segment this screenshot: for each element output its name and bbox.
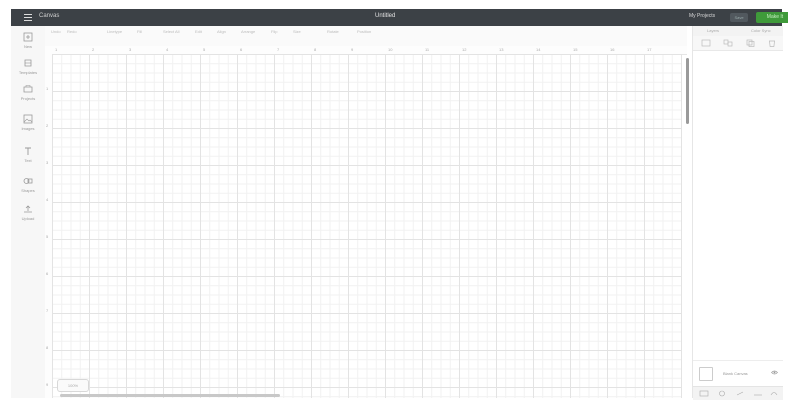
zoom-control[interactable]: 100% bbox=[57, 379, 89, 392]
tool-label: Upload bbox=[21, 216, 35, 221]
contour-icon[interactable] bbox=[769, 390, 779, 397]
ruler-number: 16 bbox=[610, 47, 615, 52]
ruler-number: 3 bbox=[46, 160, 49, 165]
vertical-scrollbar[interactable] bbox=[686, 58, 689, 124]
tool-label: Projects bbox=[20, 96, 36, 101]
slice-icon[interactable] bbox=[699, 390, 709, 397]
edit-options-bar: Undo Redo Linetype Fill Select All Edit … bbox=[45, 26, 687, 47]
ruler-number: 9 bbox=[46, 382, 49, 387]
rotate-field[interactable]: Rotate bbox=[327, 29, 339, 41]
tool-label: Images bbox=[21, 126, 35, 131]
undo-button[interactable]: Undo bbox=[51, 29, 61, 41]
tool-label: Text bbox=[24, 158, 32, 163]
ruler-number: 11 bbox=[425, 47, 430, 52]
ruler-number: 3 bbox=[129, 47, 132, 52]
ruler-number: 2 bbox=[46, 123, 49, 128]
group-icon[interactable] bbox=[701, 39, 711, 47]
blank-canvas-label[interactable]: Blank Canvas bbox=[723, 371, 748, 376]
ruler-number: 1 bbox=[55, 47, 58, 52]
ruler-number: 7 bbox=[277, 47, 280, 52]
horizontal-scrollbar[interactable] bbox=[60, 394, 280, 397]
weld-icon[interactable] bbox=[717, 390, 727, 397]
duplicate-icon[interactable] bbox=[745, 39, 755, 47]
left-toolbar: New Templates Projects Images Text Shape… bbox=[11, 26, 46, 398]
arrange-button[interactable]: Arrange bbox=[241, 29, 255, 41]
my-projects-link[interactable]: My Projects bbox=[689, 13, 715, 19]
new-icon bbox=[23, 32, 33, 42]
redo-button[interactable]: Redo bbox=[67, 29, 77, 41]
ruler-number: 5 bbox=[203, 47, 206, 52]
ruler-number: 12 bbox=[462, 47, 467, 52]
shapes-icon bbox=[23, 178, 33, 184]
ruler-number: 7 bbox=[46, 308, 49, 313]
ruler-number: 8 bbox=[46, 345, 49, 350]
projects-icon bbox=[23, 85, 33, 93]
layer-actions bbox=[693, 36, 783, 51]
templates-icon bbox=[24, 59, 32, 67]
attach-icon[interactable] bbox=[735, 390, 745, 397]
design-canvas[interactable] bbox=[52, 54, 682, 398]
tool-templates[interactable]: Templates bbox=[11, 58, 45, 75]
tool-projects[interactable]: Projects bbox=[11, 84, 45, 101]
tool-new[interactable]: New bbox=[11, 32, 45, 49]
tool-label: Templates bbox=[18, 70, 38, 75]
top-header: Canvas Untitled My Projects Save Make It bbox=[11, 9, 788, 26]
ruler-number: 6 bbox=[46, 271, 49, 276]
ruler-number: 2 bbox=[92, 47, 95, 52]
layers-panel: Layers Color Sync Blank Canvas bbox=[692, 26, 783, 400]
ruler-number: 17 bbox=[647, 47, 652, 52]
canvas-layer-row: Blank Canvas bbox=[693, 360, 783, 400]
ruler-number: 9 bbox=[351, 47, 354, 52]
make-it-button[interactable]: Make It bbox=[756, 12, 788, 23]
ruler-number: 15 bbox=[573, 47, 578, 52]
ruler-number: 4 bbox=[166, 47, 169, 52]
ruler-number: 14 bbox=[536, 47, 541, 52]
ruler-number: 13 bbox=[499, 47, 504, 52]
fill-select[interactable]: Fill bbox=[137, 29, 142, 41]
ruler-number: 4 bbox=[46, 197, 49, 202]
upload-icon bbox=[24, 205, 32, 213]
align-button[interactable]: Align bbox=[217, 29, 226, 41]
delete-icon[interactable] bbox=[767, 39, 777, 47]
flip-button[interactable]: Flip bbox=[271, 29, 277, 41]
ruler-number: 10 bbox=[388, 47, 393, 52]
select-all-button[interactable]: Select All bbox=[163, 29, 179, 41]
ruler-number: 6 bbox=[240, 47, 243, 52]
ruler-number: 8 bbox=[314, 47, 317, 52]
tool-text[interactable]: Text bbox=[11, 146, 45, 163]
tool-label: Shapes bbox=[21, 188, 35, 193]
images-icon bbox=[23, 114, 33, 124]
position-field[interactable]: Position bbox=[357, 29, 371, 41]
hamburger-icon[interactable] bbox=[24, 14, 32, 21]
ruler-number: 1 bbox=[46, 86, 49, 91]
tool-label: New bbox=[23, 44, 32, 49]
tool-images[interactable]: Images bbox=[11, 114, 45, 131]
tab-layers[interactable]: Layers bbox=[707, 28, 719, 33]
linetype-select[interactable]: Linetype bbox=[107, 29, 122, 41]
size-field[interactable]: Size bbox=[293, 29, 301, 41]
document-title[interactable]: Untitled bbox=[375, 13, 395, 19]
tab-color-sync[interactable]: Color Sync bbox=[751, 28, 771, 33]
tool-upload[interactable]: Upload bbox=[11, 204, 45, 221]
flatten-icon[interactable] bbox=[753, 390, 763, 397]
canvas-label: Canvas bbox=[39, 13, 60, 19]
edit-button[interactable]: Edit bbox=[195, 29, 202, 41]
ungroup-icon[interactable] bbox=[723, 39, 733, 47]
text-icon bbox=[25, 147, 31, 155]
eye-icon[interactable] bbox=[771, 370, 778, 375]
canvas-color-swatch[interactable] bbox=[699, 367, 713, 381]
ruler-number: 5 bbox=[46, 234, 49, 239]
tool-shapes[interactable]: Shapes bbox=[11, 176, 45, 193]
save-button[interactable]: Save bbox=[730, 13, 748, 22]
